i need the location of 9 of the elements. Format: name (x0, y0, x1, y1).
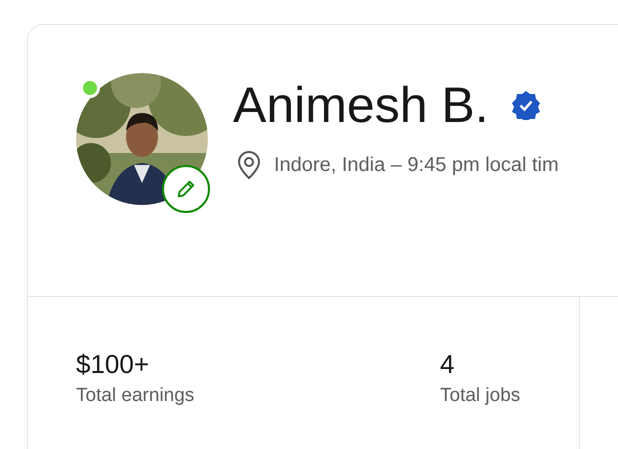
stat-value: 4 (440, 348, 454, 381)
stat-label: Total jobs (440, 384, 520, 408)
pencil-icon (175, 178, 197, 200)
edit-button[interactable] (162, 165, 210, 213)
profile-name: Animesh B. (233, 76, 489, 135)
stat-label: Total earnings (76, 384, 194, 408)
location-text: Indore, India – 9:45 pm local tim (274, 153, 559, 178)
location-pin-icon (236, 150, 262, 180)
stat-value: $100+ (76, 348, 150, 381)
